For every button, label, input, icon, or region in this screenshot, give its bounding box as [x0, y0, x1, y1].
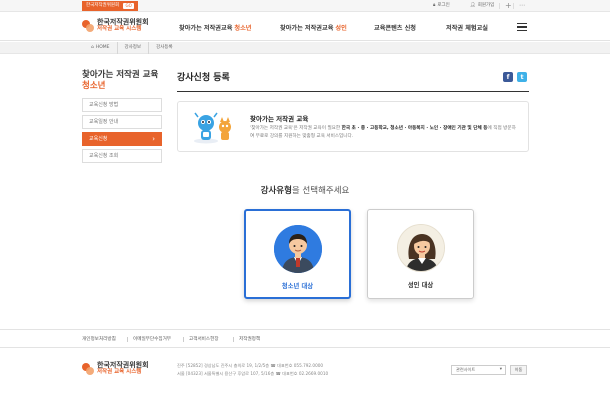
- select-heading-rest: 을 선택해주세요: [291, 186, 350, 196]
- sidebar-title-highlight: 청소년: [82, 81, 106, 92]
- divider: [127, 337, 128, 342]
- lock-icon: 🔒︎: [433, 3, 436, 8]
- nav-label: 저작권 체험교실: [446, 24, 489, 32]
- breadcrumb-label: HOME: [95, 45, 110, 50]
- sidebar-item-label: 교육일정 안내: [89, 119, 119, 125]
- divider: [513, 3, 514, 9]
- breadcrumb-bar: ⌂ HOME 강사정보 강사등록: [0, 42, 610, 54]
- info-box: 찾아가는 저작권 교육 '찾아가는 저작권 교육'은 저작권 교육이 필요한 한…: [177, 101, 529, 152]
- sidebar-item-label: 교육신청 방법: [89, 102, 119, 108]
- chevron-down-icon: ▾: [499, 367, 502, 372]
- sidebar-item-label: 교육신청: [89, 136, 108, 142]
- breadcrumb-label: 강사정보: [124, 45, 142, 50]
- nav-label: 교육콘텐츠 신청: [374, 24, 417, 32]
- nav-label: 찾아가는 저작권교육: [280, 24, 334, 32]
- footer-logo-line2: 저작권 교육 시스템: [97, 369, 142, 375]
- footer-address: 진주 [52852] 경상남도 진주시 충의로 19, 1/2/5층 ☎ 대표번…: [177, 362, 328, 378]
- login-link[interactable]: 🔒︎ 로그인: [433, 0, 450, 12]
- youth-instructor-avatar: [273, 225, 322, 273]
- adult-instructor-avatar: [396, 224, 445, 272]
- top-utility-bar: 한국저작권위원회 GO 🔒︎ 로그인 👤︎ 회원가입 + ⋯: [0, 0, 610, 12]
- footer-address-jinju: 진주 [52852] 경상남도 진주시 충의로 19, 1/2/5층 ☎ 대표번…: [177, 363, 324, 368]
- logo-mark-icon: [82, 19, 94, 32]
- twitter-share-icon[interactable]: t: [517, 72, 527, 82]
- site-logo[interactable]: 한국저작권위원회 저작권 교육 시스템: [82, 19, 149, 33]
- breadcrumb: ⌂ HOME 강사정보 강사등록: [84, 42, 180, 54]
- sidebar-item-apply[interactable]: 교육신청: [82, 132, 162, 146]
- footer-link-charter[interactable]: 고객서비스헌장: [189, 330, 219, 349]
- adult-card-label: 성인 대상: [407, 282, 434, 289]
- youth-card-label: 청소년 대상: [281, 283, 314, 290]
- footer-logo-line1: 한국저작권위원회: [97, 361, 149, 369]
- info-description: '찾아가는 저작권 교육'은 저작권 교육이 필요한 한국 초 · 중 · 고등…: [250, 125, 520, 141]
- info-desc-bold: 한국 초 · 중 · 고등학교, 청소년 · 아동복지 · 노인 · 장애인 기…: [341, 126, 488, 131]
- sidebar-item-schedule[interactable]: 교육일정 안내: [82, 115, 162, 129]
- footer-logo: 한국저작권위원회 저작권 교육 시스템: [82, 362, 149, 376]
- facebook-share-icon[interactable]: f: [503, 72, 513, 82]
- sidebar-item-lookup[interactable]: 교육신청 조회: [82, 149, 162, 163]
- related-sites-value: 관련사이트: [456, 367, 476, 372]
- youth-instructor-card[interactable]: 청소년 대상: [244, 209, 351, 299]
- signup-label: 회원가입: [477, 3, 495, 8]
- sidebar-title-text: 찾아가는 저작권 교육: [82, 70, 159, 80]
- nav-highlight: 성인: [335, 24, 347, 32]
- nav-item-youth[interactable]: 찾아가는 저작권교육 청소년: [179, 13, 251, 41]
- user-icon: 👤︎: [470, 3, 476, 8]
- related-sites-select[interactable]: 관련사이트 ▾: [451, 365, 506, 375]
- divider: [233, 337, 234, 342]
- breadcrumb-label: 강사등록: [156, 45, 173, 50]
- footer-link-policy[interactable]: 저작권정책: [239, 330, 260, 349]
- footer-links: 개인정보처리방침 이메일무단수집거부 고객서비스헌장 저작권정책: [0, 329, 610, 348]
- footer-link-email[interactable]: 이메일무단수집거부: [133, 330, 171, 349]
- menu-dots-icon[interactable]: ⋯: [519, 0, 525, 12]
- login-label: 로그인: [437, 3, 450, 8]
- signup-link[interactable]: 👤︎ 회원가입: [470, 0, 494, 12]
- go-button[interactable]: 이동: [510, 365, 527, 375]
- site-tab-label: 한국저작권위원회: [86, 3, 120, 8]
- breadcrumb-item[interactable]: 강사정보: [118, 42, 150, 54]
- breadcrumb-home[interactable]: ⌂ HOME: [84, 42, 118, 54]
- site-header: 한국저작권위원회 저작권 교육 시스템 찾아가는 저작권교육 청소년 찾아가는 …: [0, 13, 610, 41]
- info-title: 찾아가는 저작권 교육: [250, 115, 309, 123]
- logo-line2: 저작권 교육 시스템: [97, 26, 142, 32]
- select-heading-bold: 강사유형: [260, 186, 292, 196]
- site-tab[interactable]: 한국저작권위원회 GO: [82, 1, 139, 11]
- adult-instructor-card[interactable]: 성인 대상: [367, 209, 474, 299]
- info-desc-text: '찾아가는 저작권 교육'은 저작권 교육이 필요한: [250, 126, 342, 131]
- sidebar-item-label: 교육신청 조회: [89, 153, 119, 159]
- page-title: 강사신청 등록: [177, 73, 230, 83]
- mascot-illustration: [194, 112, 231, 144]
- logo-mark-icon: [82, 362, 94, 375]
- sidebar-title: 찾아가는 저작권 교육 청소년: [82, 70, 158, 92]
- home-icon: ⌂: [91, 45, 94, 50]
- select-type-heading: 강사유형을 선택해주세요: [0, 184, 610, 196]
- nav-item-contents[interactable]: 교육콘텐츠 신청: [374, 13, 416, 41]
- site-tab-go-badge: GO: [123, 3, 135, 9]
- plus-icon[interactable]: +: [505, 0, 512, 12]
- title-divider: [177, 91, 529, 92]
- logo-line1: 한국저작권위원회: [97, 18, 149, 26]
- nav-highlight: 청소년: [234, 24, 252, 32]
- sidebar-item-method[interactable]: 교육신청 방법: [82, 98, 162, 112]
- footer-address-seoul: 서울 [04323] 서울특별시 용산구 후암로 107, 5/16층 ☎ 대표…: [177, 371, 329, 376]
- hamburger-menu-icon[interactable]: [517, 23, 527, 31]
- footer-link-privacy[interactable]: 개인정보처리방침: [82, 330, 116, 349]
- divider: [183, 337, 184, 342]
- breadcrumb-item[interactable]: 강사등록: [149, 42, 180, 54]
- nav-item-adult[interactable]: 찾아가는 저작권교육 성인: [280, 13, 347, 41]
- nav-label: 찾아가는 저작권교육: [179, 24, 233, 32]
- sidebar-menu: 교육신청 방법 교육일정 안내 교육신청 교육신청 조회: [82, 98, 162, 166]
- nav-item-experience[interactable]: 저작권 체험교실: [446, 13, 488, 41]
- divider: [499, 3, 500, 9]
